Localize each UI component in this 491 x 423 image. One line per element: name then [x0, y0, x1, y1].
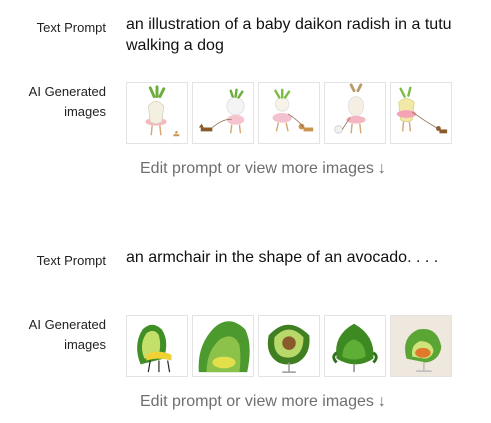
edit-prompt-text: Edit prompt or view more images	[140, 160, 374, 177]
edit-prompt-link[interactable]: Edit prompt or view more images ↓	[140, 393, 386, 411]
generated-images-row	[126, 82, 452, 144]
prompt-text: an illustration of a baby daikon radish …	[126, 16, 452, 54]
edit-prompt-link[interactable]: Edit prompt or view more images ↓	[140, 160, 386, 178]
generated-image-avocado-4[interactable]	[324, 315, 386, 377]
generated-image-daikon-2[interactable]	[192, 82, 254, 144]
generated-image-daikon-5[interactable]	[390, 82, 452, 144]
prompt-text: an armchair in the shape of an avocado. …	[126, 249, 439, 266]
generated-images-row	[126, 315, 452, 377]
arrow-down-icon: ↓	[377, 160, 386, 177]
generated-image-avocado-1[interactable]	[126, 315, 188, 377]
arrow-down-icon: ↓	[377, 393, 386, 410]
edit-prompt-text: Edit prompt or view more images	[140, 393, 374, 410]
generated-image-avocado-2[interactable]	[192, 315, 254, 377]
generated-image-avocado-3[interactable]	[258, 315, 320, 377]
generated-image-daikon-3[interactable]	[258, 82, 320, 144]
text-prompt-label: Text Prompt	[36, 253, 106, 268]
generated-image-avocado-5[interactable]	[390, 315, 452, 377]
text-prompt-label: Text Prompt	[36, 20, 106, 35]
ai-generated-images-label: AI Generated images	[28, 317, 106, 352]
ai-generated-images-label: AI Generated images	[28, 84, 106, 119]
generated-image-daikon-4[interactable]	[324, 82, 386, 144]
generated-image-daikon-1[interactable]	[126, 82, 188, 144]
